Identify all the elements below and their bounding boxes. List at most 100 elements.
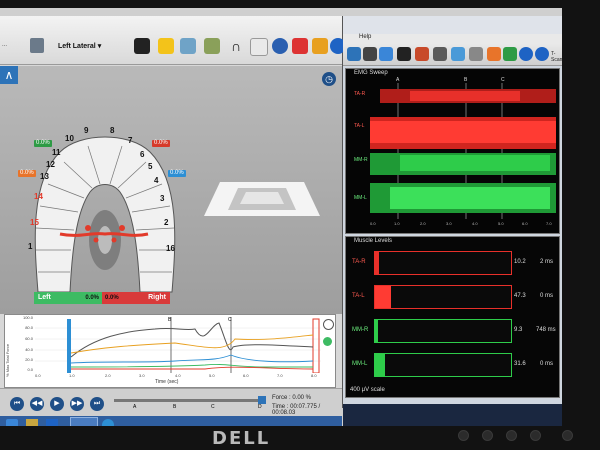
xtick: 0.0 (370, 221, 376, 226)
camera-icon[interactable] (134, 38, 150, 54)
refresh-icon[interactable] (323, 337, 332, 346)
tooth-number: 10 (65, 134, 74, 143)
xtick: 8.0 (311, 373, 317, 378)
emg-sweep-panel: EMG Sweep A B C TA-R TA-L MM-R MM-L 0.0 … (345, 68, 560, 234)
zoom-icon[interactable] (323, 319, 334, 330)
xtick: 7.0 (277, 373, 283, 378)
right-value: 0.0% (105, 295, 119, 301)
skip-end-icon[interactable]: ⏭ (90, 397, 104, 411)
waves-icon[interactable] (204, 38, 220, 54)
right-label: Right (148, 294, 166, 301)
emg-toolbar: T-Scan (343, 43, 562, 66)
tscan-force-window: ... Left Lateral ▾ ∩ ∧ ◷ 9 8 10 7 11 6 1… (0, 16, 346, 426)
select-icon[interactable] (347, 47, 361, 61)
tooth-number: 6 (140, 150, 145, 159)
monitor-icon[interactable] (451, 47, 465, 61)
film-icon[interactable] (433, 47, 447, 61)
sensor-icon[interactable] (312, 38, 328, 54)
graph-xticks: 0.0 1.0 2.0 3.0 4.0 5.0 6.0 7.0 8.0 (35, 373, 323, 379)
time-readout: Time : 00:07.775 / 00:08.03 (272, 404, 321, 416)
level-time: 0 ms (540, 293, 554, 299)
skip-start-icon[interactable]: ⏮ (10, 397, 24, 411)
fast-forward-icon[interactable]: ▶▶ (70, 397, 84, 411)
timeline-marker: B (173, 404, 177, 410)
graph-ylabel: % Max Total Force (5, 343, 10, 377)
app-icon[interactable] (102, 419, 114, 426)
timeline-slider[interactable] (114, 399, 264, 402)
level-value: 47.3 (514, 293, 526, 299)
monitor-button[interactable] (506, 430, 517, 441)
clock-icon[interactable]: ◷ (322, 72, 336, 86)
play-icon[interactable]: ▶ (50, 397, 64, 411)
emg-channel-label: MM-R (354, 157, 368, 163)
tooth-icon[interactable] (250, 38, 268, 56)
force-time-graph: % Max Total Force 100.0 80.0 60.0 40.0 2… (4, 314, 336, 388)
arch-view-icon[interactable]: ∧ (0, 66, 18, 84)
taskbar (0, 416, 342, 426)
ytick: 100.0 (22, 315, 33, 320)
chevron-down-icon: ▾ (97, 43, 102, 50)
menu-help[interactable]: Help (359, 34, 371, 40)
xtick: 1.0 (394, 221, 400, 226)
graph-icon[interactable] (180, 38, 196, 54)
app-title: T-Scan (551, 51, 562, 63)
force-tag: 0.0% (168, 170, 186, 177)
tooth-number: 8 (110, 126, 115, 135)
right-force-bar: 0.0% Right (102, 292, 170, 304)
level-fill (375, 286, 391, 308)
force-panel: ∧ ◷ 9 8 10 7 11 6 12 5 13 4 14 3 15 2 1 … (0, 66, 342, 314)
info-icon[interactable] (535, 47, 549, 61)
tool-icon[interactable] (379, 47, 393, 61)
start-icon[interactable] (6, 419, 18, 426)
timeline-thumb[interactable] (258, 396, 266, 404)
view-select[interactable]: Left Lateral ▾ (58, 42, 101, 50)
toolbar: ... Left Lateral ▾ ∩ (0, 16, 346, 65)
notes-icon[interactable] (158, 38, 174, 54)
tooth-number: 2 (164, 218, 169, 227)
power-button[interactable] (562, 430, 573, 441)
emg-channel-label: MM-L (354, 195, 367, 201)
force-tag: 0.0% (152, 140, 170, 147)
export-icon[interactable] (487, 47, 501, 61)
monitor-button[interactable] (482, 430, 493, 441)
tooth-number: 7 (128, 136, 133, 145)
xtick: 2.0 (105, 373, 111, 378)
left-label: Left (38, 294, 51, 301)
face-icon[interactable] (272, 38, 288, 54)
print-icon[interactable] (469, 47, 483, 61)
monitor-brand-logo: DELL (212, 428, 271, 449)
settings-icon[interactable] (503, 47, 517, 61)
browser-icon[interactable] (46, 419, 58, 426)
xtick: 3.0 (139, 373, 145, 378)
level-bar-ta-r (374, 251, 512, 275)
ytick: 20.0 (25, 357, 33, 362)
ytick: 80.0 (25, 325, 33, 330)
rewind-icon[interactable]: ◀◀ (30, 397, 44, 411)
xtick: 4.0 (472, 221, 478, 226)
tooth-number: 5 (148, 162, 153, 171)
level-value: 10.2 (514, 259, 526, 265)
levels-title: Muscle Levels (354, 238, 393, 244)
level-value: 9.3 (514, 327, 523, 333)
emg-channel-label: TA-R (354, 91, 366, 97)
toolbar-edge-text: ... (2, 42, 8, 48)
folder-icon[interactable] (26, 419, 38, 426)
level-value: 31.6 (514, 361, 526, 367)
monitor-button[interactable] (458, 430, 469, 441)
help-icon[interactable] (519, 47, 533, 61)
tooth-number: 11 (52, 148, 61, 157)
left-value: 0.0% (85, 295, 99, 301)
xtick: 7.0 (546, 221, 552, 226)
muscle-levels-panel: Muscle Levels TA-R 10.2 2 ms TA-L 47.3 0… (345, 236, 560, 398)
xtick: 4.0 (175, 373, 181, 378)
close-icon[interactable] (363, 47, 377, 61)
bite-icon[interactable] (292, 38, 308, 54)
timeline-marker: C (211, 404, 215, 410)
tscan-taskbar-icon[interactable] (70, 417, 98, 426)
xtick: 5.0 (498, 221, 504, 226)
save-icon[interactable] (30, 38, 44, 53)
arch-icon[interactable]: ∩ (228, 38, 244, 54)
camera-icon[interactable] (397, 47, 411, 61)
record-icon[interactable] (415, 47, 429, 61)
monitor-button[interactable] (530, 430, 541, 441)
